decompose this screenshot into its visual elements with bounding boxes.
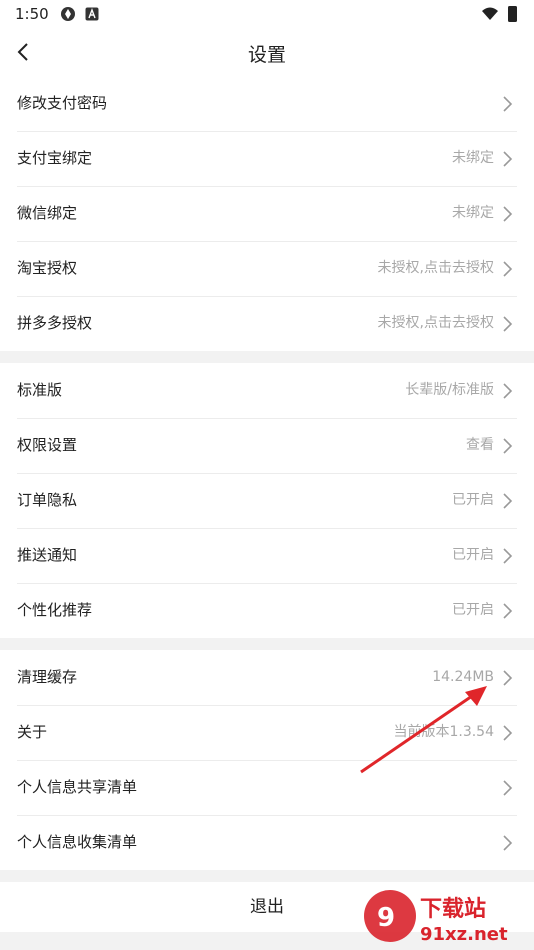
settings-row[interactable]: 订单隐私 已开启 [0,473,534,528]
chevron-right-icon [503,151,513,167]
settings-row-label: 订单隐私 [17,491,78,509]
settings-row-label: 清理缓存 [17,668,78,686]
chevron-right-icon [503,438,513,454]
settings-row[interactable]: 拼多多授权 未授权,点击去授权 [0,296,534,351]
settings-row[interactable]: 标准版 长辈版/标准版 [0,363,534,418]
page-title: 设置 [247,44,286,66]
settings-row-value: 已开启 [452,602,494,618]
settings-row-label: 关于 [17,723,48,741]
chevron-right-icon [503,670,513,686]
settings-row-value: 未授权,点击去授权 [377,260,494,276]
settings-row-label: 个人信息共享清单 [17,778,138,796]
settings-group: 标准版 长辈版/标准版 权限设置 查看 订单隐私 已开启 推送通知 已开启 个性化推荐 已开启 [0,363,534,638]
status-time: 1:50 [15,5,49,23]
battery-icon [508,6,517,22]
settings-group: 修改支付密码 支付宝绑定 未绑定 微信绑定 未绑定 淘宝授权 未授权,点击去授权 拼多多授权未… [0,76,534,351]
status-bar: 1:50 [0,0,534,28]
settings-row-label: 修改支付密码 [17,94,108,112]
group-separator [0,351,534,363]
chevron-right-icon [503,548,513,564]
chevron-right-icon [503,725,513,741]
settings-row[interactable]: 支付宝绑定 未绑定 [0,131,534,186]
nav-bar: 设置 [0,28,534,76]
settings-row-label: 个人信息收集清单 [17,833,138,851]
svg-text:91xz.net: 91xz.net [420,924,508,945]
settings-row-label: 淘宝授权 [17,259,78,277]
settings-row-value: 查看 [466,437,494,453]
site-watermark-logo: 9 下载站 91xz.net [364,890,508,945]
settings-row-label: 推送通知 [17,546,78,564]
red-annotation-arrow [360,686,487,774]
chevron-right-icon [503,261,513,277]
settings-row-label: 微信绑定 [17,204,78,222]
chevron-right-icon [503,780,513,796]
settings-row-value: 长辈版/标准版 [405,382,494,398]
chevron-right-icon [503,383,513,399]
settings-row[interactable]: 淘宝授权 未授权,点击去授权 [0,241,534,296]
svg-text:9: 9 [377,903,395,933]
chevron-right-icon [503,206,513,222]
settings-row-value: 未授权,点击去授权 [377,315,494,331]
settings-row-value: 未绑定 [452,150,494,166]
settings-row[interactable]: 个人信息收集清单 [0,815,534,870]
aperture-icon [61,7,75,21]
settings-row-label: 拼多多授权 [17,314,93,332]
chevron-right-icon [503,835,513,851]
chevron-right-icon [503,493,513,509]
chevron-right-icon [503,316,513,332]
settings-row-label: 权限设置 [17,436,78,454]
settings-row[interactable]: 个性化推荐 已开启 [0,583,534,638]
svg-text:下载站: 下载站 [420,896,486,922]
settings-row-value: 已开启 [452,492,494,508]
settings-row-label: 支付宝绑定 [17,149,93,167]
wifi-icon [482,7,498,20]
settings-row[interactable]: 修改支付密码 [0,76,534,131]
settings-row-value: 已开启 [452,547,494,563]
chevron-right-icon [503,603,513,619]
group-separator [0,638,534,650]
chevron-right-icon [503,96,513,112]
settings-row[interactable]: 推送通知 已开启 [0,528,534,583]
group-separator [0,870,534,882]
wifi-battery-icons [482,6,517,22]
settings-row[interactable]: 权限设置 查看 [0,418,534,473]
settings-row-value: 未绑定 [452,205,494,221]
settings-row-label: 标准版 [17,381,63,399]
settings-row-label: 个性化推荐 [17,601,93,619]
a-badge-icon [85,7,99,21]
settings-row[interactable]: 微信绑定 未绑定 [0,186,534,241]
